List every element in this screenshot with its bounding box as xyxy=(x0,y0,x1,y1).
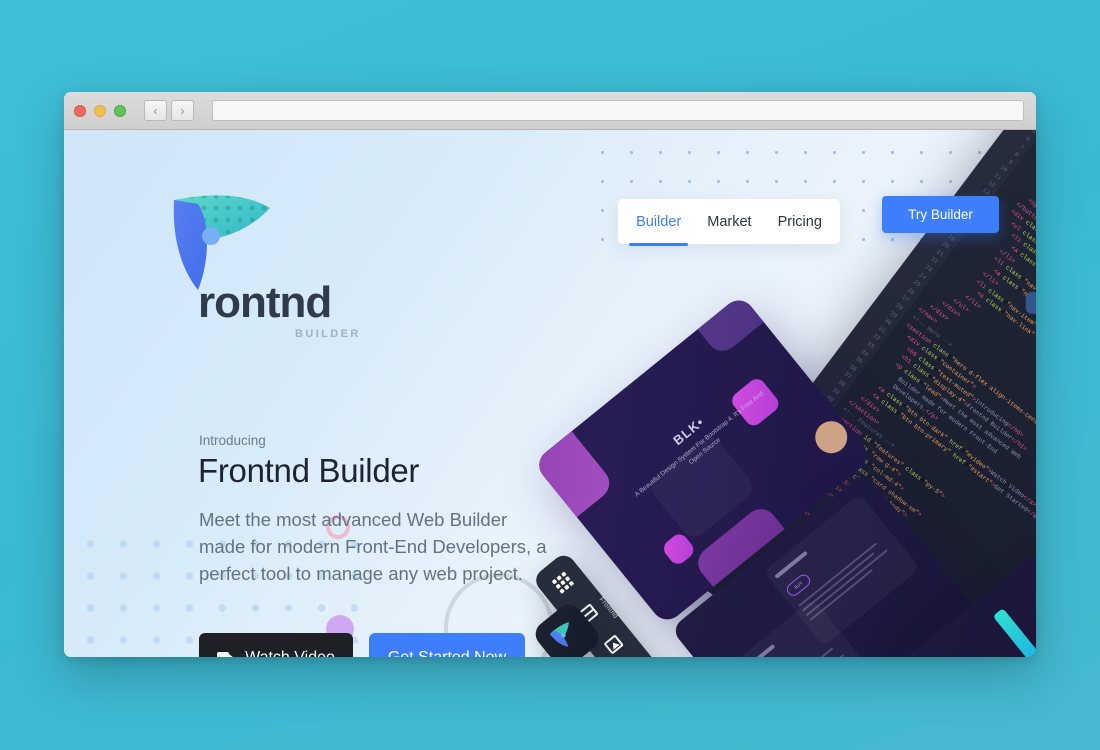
site-nav: Builder Market Pricing xyxy=(618,199,840,246)
browser-chrome: ‹ › xyxy=(64,92,1036,130)
image-icon[interactable] xyxy=(599,631,627,657)
code-format-chip[interactable]: HTML xyxy=(1025,291,1036,314)
nav-item-market[interactable]: Market xyxy=(707,214,751,230)
browser-window: ‹ › 123456789101112131415161718192021222… xyxy=(64,92,1036,657)
nav-item-pricing[interactable]: Pricing xyxy=(778,214,822,230)
close-window-button[interactable] xyxy=(74,104,86,117)
minimize-window-button[interactable] xyxy=(94,104,106,117)
back-button[interactable]: ‹ xyxy=(144,100,167,121)
nav-item-builder[interactable]: Builder xyxy=(629,214,689,246)
site-logo[interactable]: rontnd BUILDER xyxy=(162,178,358,340)
video-camera-icon xyxy=(217,651,235,657)
teal-bar xyxy=(992,607,1036,657)
logo-tagline: BUILDER xyxy=(295,328,361,340)
logo-wordmark: rontnd xyxy=(198,278,332,327)
hero-subcopy: Meet the most advanced Web Builder made … xyxy=(199,509,547,584)
grid-icon[interactable] xyxy=(549,569,577,597)
frontnd-leaf-icon xyxy=(549,622,569,647)
hero-eyebrow: Introducing xyxy=(199,433,266,448)
purple-corner-shape xyxy=(659,294,795,358)
url-input[interactable] xyxy=(212,100,1024,121)
traffic-lights xyxy=(74,104,126,117)
zoom-window-button[interactable] xyxy=(114,104,126,117)
page-viewport: 1234567891011121314151617181920212223242… xyxy=(64,130,1036,657)
page-title: Frontnd Builder xyxy=(198,452,420,489)
get-started-button[interactable]: Get Started Now xyxy=(369,633,525,657)
try-builder-button[interactable]: Try Builder xyxy=(882,196,999,233)
watch-video-label: Watch Video xyxy=(245,649,335,657)
forward-button[interactable]: › xyxy=(171,100,194,121)
browser-nav-buttons: ‹ › xyxy=(144,100,194,121)
watch-video-button[interactable]: Watch Video xyxy=(199,633,353,657)
